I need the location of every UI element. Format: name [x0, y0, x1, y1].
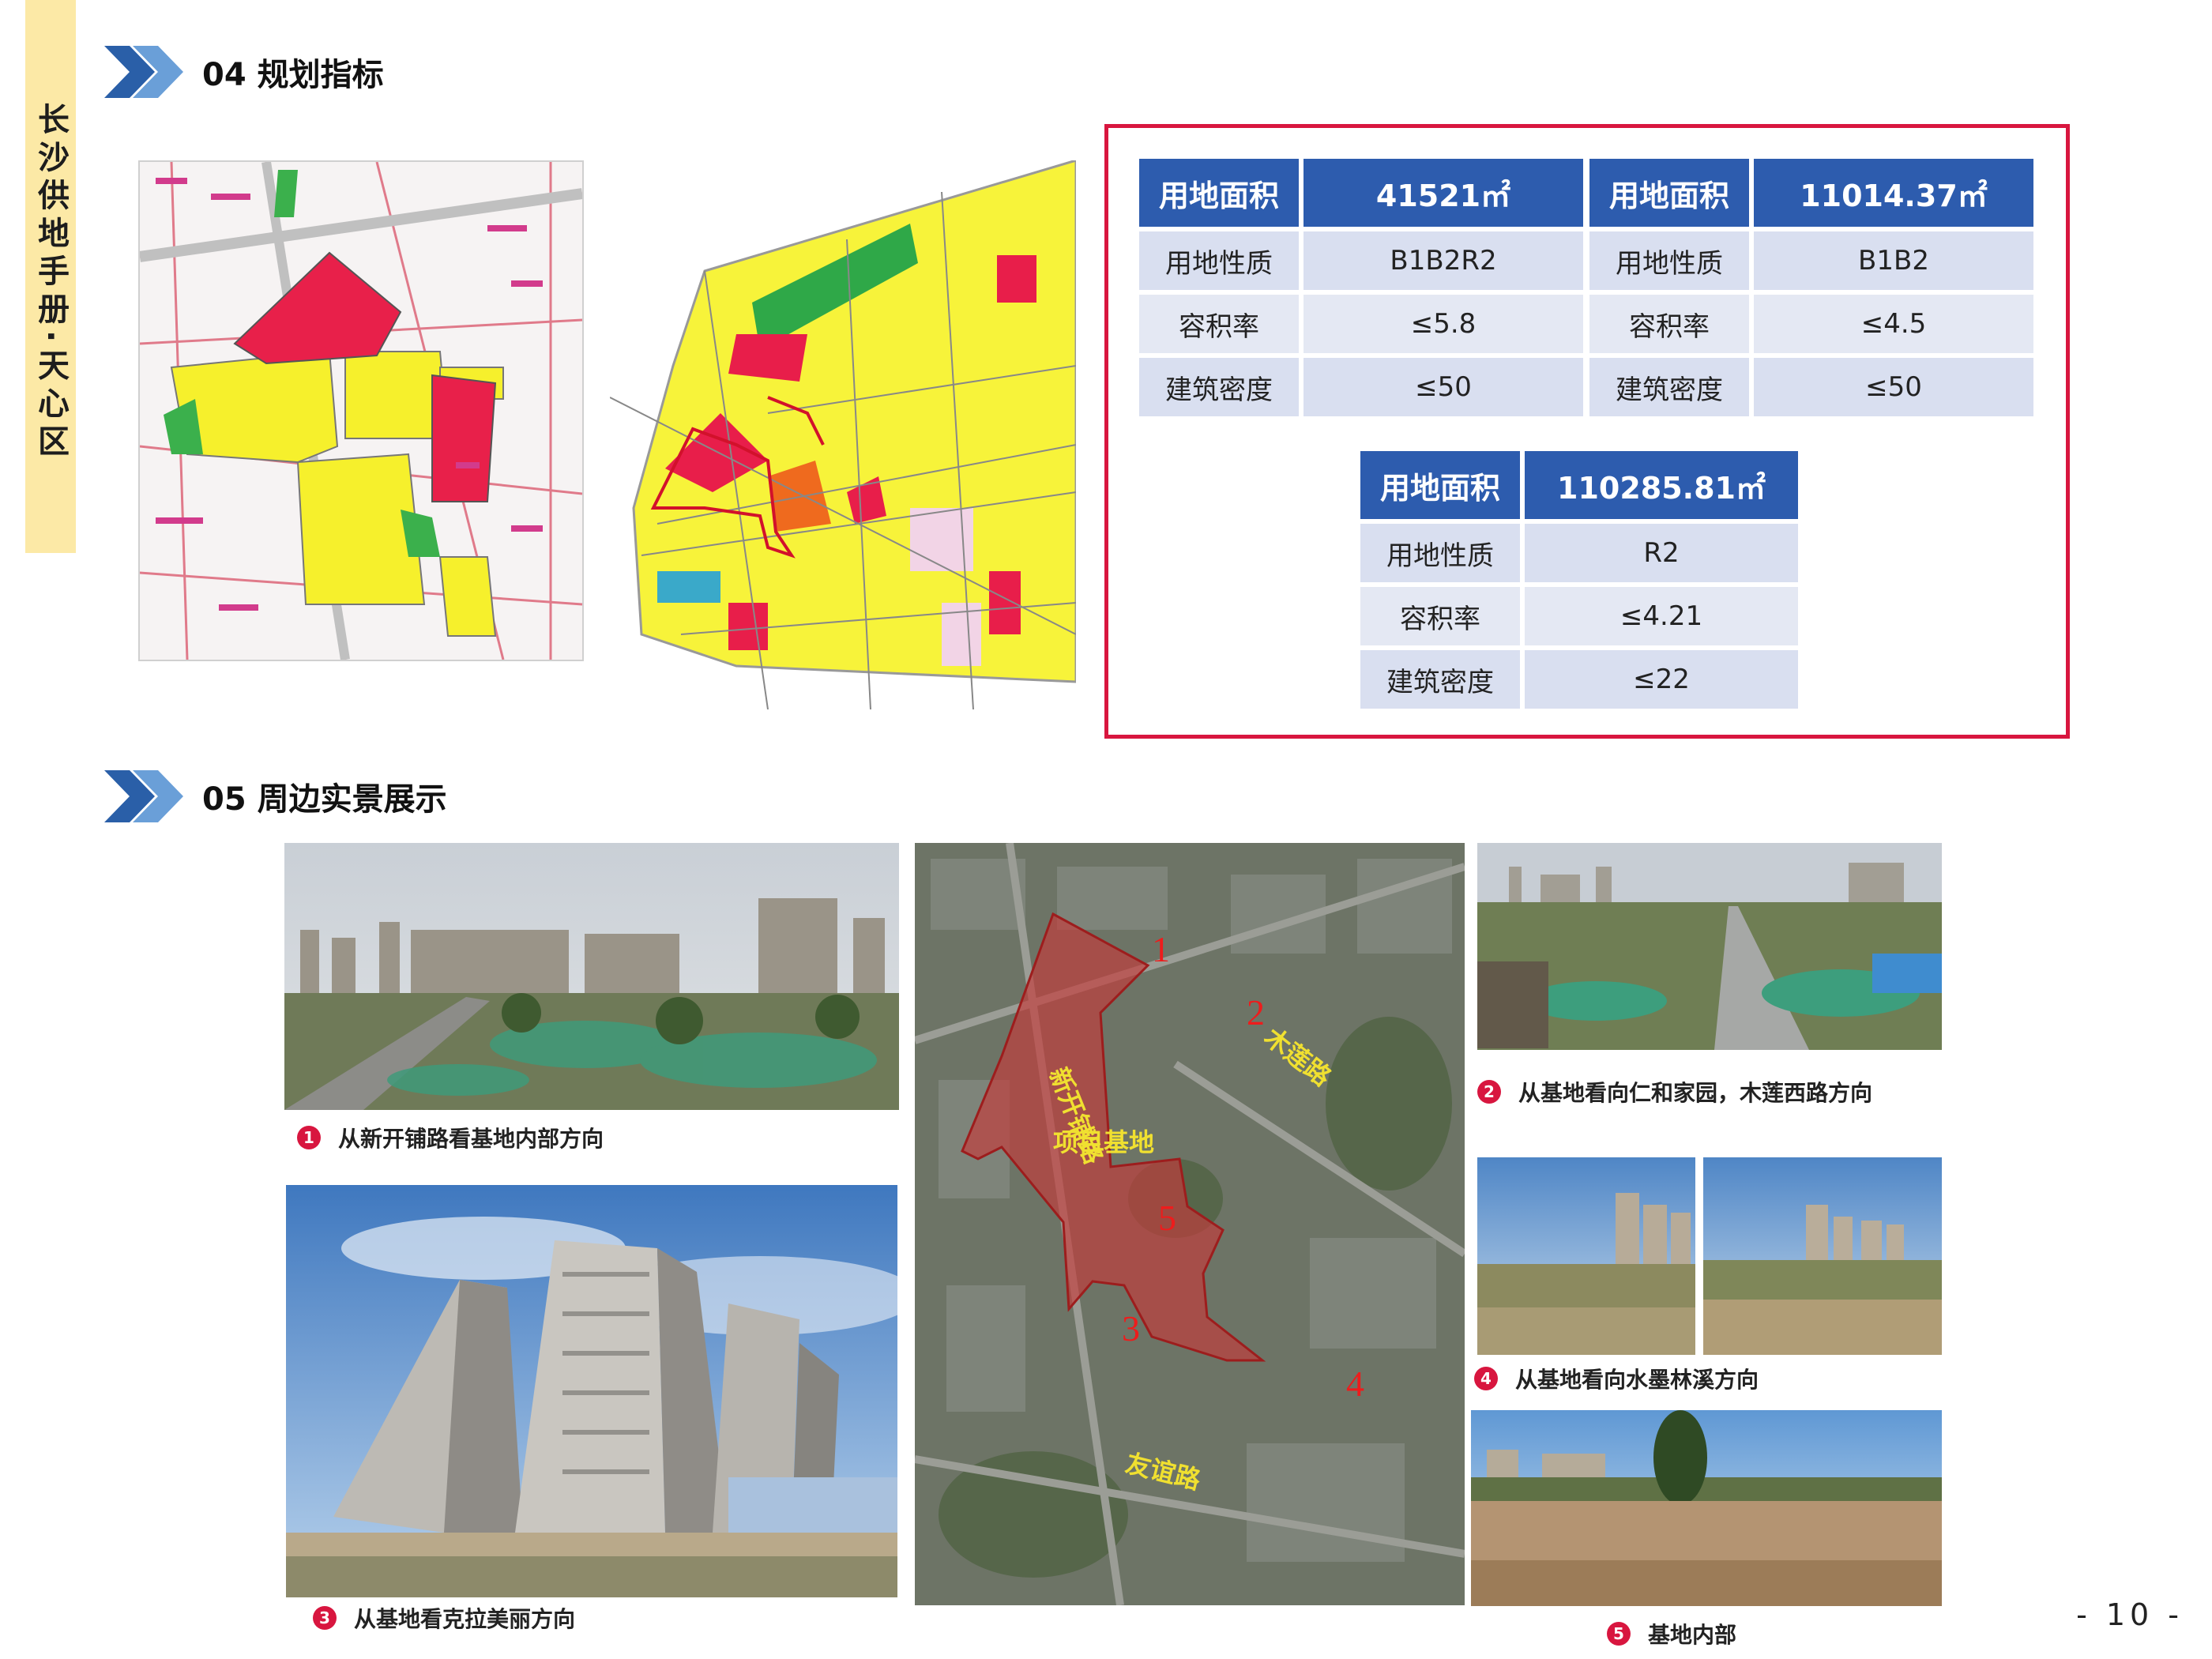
table-b-row-label: 容积率: [1589, 295, 1749, 353]
table-c-row-value: ≤22: [1525, 650, 1798, 709]
section-04-heading: 04 规划指标: [104, 46, 384, 98]
marker-3: 3: [1122, 1308, 1140, 1349]
section-05-heading: 05 周边实景展示: [104, 770, 447, 822]
table-c-row-label: 用地性质: [1360, 524, 1520, 582]
photo-4a: [1477, 1157, 1695, 1355]
caption-5-number: 5: [1607, 1622, 1631, 1646]
table-c-header-label: 用地面积: [1360, 451, 1520, 519]
side-banner-text: 长沙供地手册·天心区: [32, 103, 69, 463]
table-b-row-label: 建筑密度: [1589, 358, 1749, 416]
indicator-table-c: 用地面积 110285.81㎡ 用地性质 R2 容积率 ≤4.21 建筑密度 ≤22: [1356, 446, 1803, 713]
section-05-title: 05 周边实景展示: [202, 781, 447, 818]
table-a-row-value: ≤5.8: [1304, 295, 1583, 353]
table-a-header-value: 41521㎡: [1304, 159, 1583, 227]
caption-4: 4 从基地看向水墨林溪方向: [1474, 1363, 1759, 1394]
table-b-row-value: B1B2: [1754, 231, 2033, 290]
marker-1: 1: [1152, 929, 1170, 969]
aerial-photo: 1 2 3 4 5 新开铺路 木莲路 友谊路 项目基地: [915, 843, 1465, 1605]
marker-4: 4: [1346, 1364, 1364, 1404]
site-label: 项目基地: [1053, 1127, 1154, 1157]
table-c-header-value: 110285.81㎡: [1525, 451, 1798, 519]
photo-2: [1477, 843, 1942, 1050]
table-a-row-label: 用地性质: [1139, 231, 1299, 290]
table-b-header-label: 用地面积: [1589, 159, 1749, 227]
table-c-row-label: 容积率: [1360, 587, 1520, 645]
chevrons-icon: [104, 46, 183, 98]
table-a-header-label: 用地面积: [1139, 159, 1299, 227]
caption-1-text: 从新开铺路看基地内部方向: [338, 1126, 604, 1152]
table-a-row-label: 容积率: [1139, 295, 1299, 353]
marker-2: 2: [1247, 992, 1265, 1033]
table-c-row-label: 建筑密度: [1360, 650, 1520, 709]
photo-5: [1471, 1410, 1942, 1606]
photo-1: [284, 843, 899, 1110]
table-a-row-value: ≤50: [1304, 358, 1583, 416]
table-b-header-value: 11014.37㎡: [1754, 159, 2033, 227]
marker-5: 5: [1158, 1198, 1176, 1238]
caption-1-number: 1: [297, 1126, 321, 1149]
caption-2-text: 从基地看向仁和家园，木莲西路方向: [1518, 1080, 1873, 1106]
table-c-row-value: ≤4.21: [1525, 587, 1798, 645]
indicator-table-a: 用地面积 41521㎡ 用地性质 B1B2R2 容积率 ≤5.8 建筑密度 ≤50: [1134, 154, 1588, 421]
table-b-row-value: ≤50: [1754, 358, 2033, 416]
caption-1: 1 从新开铺路看基地内部方向: [297, 1122, 604, 1153]
caption-5: 5 基地内部: [1607, 1618, 1736, 1650]
photo-3: [286, 1185, 897, 1597]
table-c-row-value: R2: [1525, 524, 1798, 582]
zoning-map-2: [610, 160, 1076, 709]
zoning-map-1: [138, 160, 584, 661]
caption-3-number: 3: [313, 1606, 337, 1630]
indicator-table-b: 用地面积 11014.37㎡ 用地性质 B1B2 容积率 ≤4.5 建筑密度 ≤50: [1585, 154, 2038, 421]
caption-3-text: 从基地看克拉美丽方向: [354, 1606, 576, 1632]
caption-2-number: 2: [1477, 1080, 1501, 1104]
table-a-row-value: B1B2R2: [1304, 231, 1583, 290]
caption-4-text: 从基地看向水墨林溪方向: [1515, 1367, 1759, 1393]
caption-4-number: 4: [1474, 1367, 1498, 1390]
caption-3: 3 从基地看克拉美丽方向: [313, 1602, 575, 1634]
page-number: - 10 -: [2076, 1597, 2184, 1632]
table-b-row-value: ≤4.5: [1754, 295, 2033, 353]
table-b-row-label: 用地性质: [1589, 231, 1749, 290]
section-04-title: 04 规划指标: [202, 57, 384, 93]
side-banner: 长沙供地手册·天心区: [25, 0, 76, 553]
caption-2: 2 从基地看向仁和家园，木莲西路方向: [1477, 1076, 1872, 1108]
table-a-row-label: 建筑密度: [1139, 358, 1299, 416]
photo-4b: [1703, 1157, 1942, 1355]
caption-5-text: 基地内部: [1648, 1622, 1737, 1648]
chevrons-icon: [104, 770, 183, 822]
